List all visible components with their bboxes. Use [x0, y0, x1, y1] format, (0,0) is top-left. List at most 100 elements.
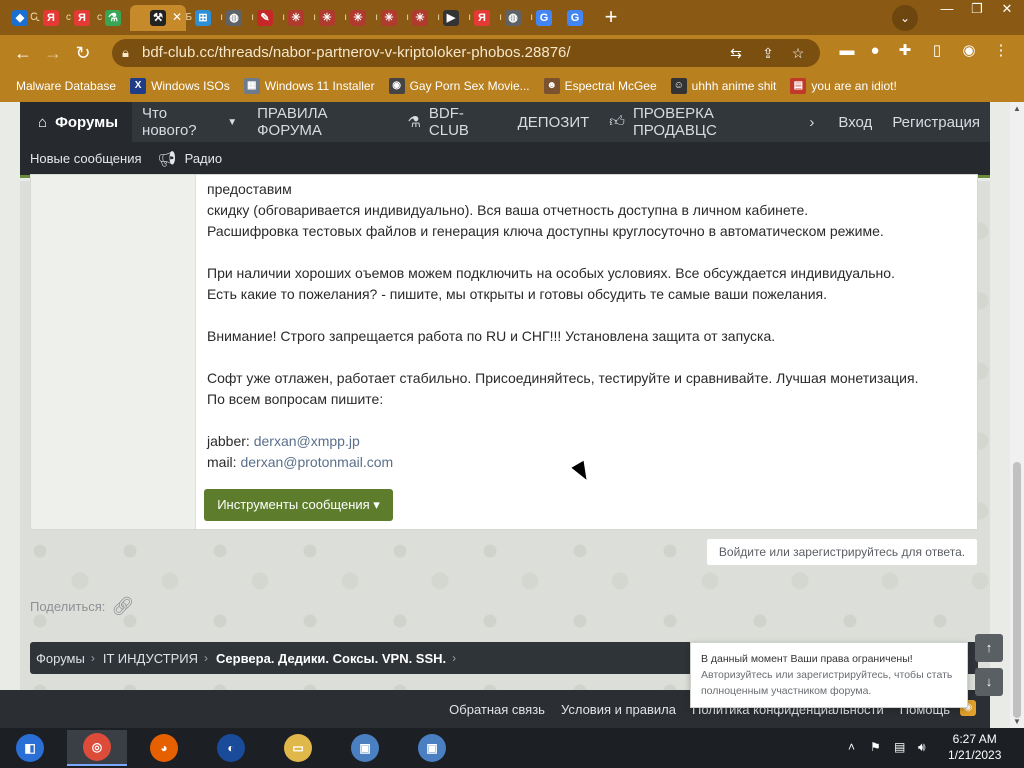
scroll-up-arrow-icon[interactable]: ▲: [1012, 104, 1022, 113]
subnav-radio-label[interactable]: Радио: [185, 151, 223, 166]
translate-icon[interactable]: ⇆: [726, 43, 746, 63]
taskbar-app[interactable]: ▣: [402, 730, 462, 766]
browser-tab[interactable]: Яı: [468, 5, 502, 31]
file-explorer-app-icon[interactable]: ▭: [284, 734, 312, 762]
profile-avatar-icon[interactable]: ◉: [958, 40, 980, 62]
address-bar[interactable]: 🔒︎ bdf-club.cc/threads/nabor-partnerov-v…: [112, 39, 820, 67]
tab-search-chevron-icon[interactable]: ⌄: [892, 5, 918, 31]
post-tools-button[interactable]: Инструменты сообщения ▾: [204, 489, 393, 521]
chrome-app-icon[interactable]: ◎: [83, 733, 111, 761]
taskbar-app[interactable]: ◕: [134, 730, 194, 766]
bookmark-label[interactable]: you are an idiot!: [811, 79, 896, 93]
tray-overflow-chevron-icon[interactable]: ˄: [848, 740, 855, 754]
clock-time[interactable]: 6:27 AM: [948, 731, 1001, 747]
bookmark-label[interactable]: uhhh anime shit: [692, 79, 777, 93]
taskbar-app[interactable]: ◎: [67, 730, 127, 766]
network-setup-app-icon[interactable]: ▣: [351, 734, 379, 762]
nav-rules-label[interactable]: ПРАВИЛА ФОРУМА: [257, 105, 387, 139]
windows-app-icon[interactable]: ◧: [16, 734, 44, 762]
bookmark-star-icon[interactable]: ☆: [788, 43, 808, 63]
arrow-up-icon[interactable]: ↑: [986, 640, 993, 655]
browser-tab[interactable]: ✳ ı: [406, 5, 440, 31]
login-to-reply-note[interactable]: Войдите или зарегистрируйтесь для ответа…: [706, 538, 978, 566]
browser-tab[interactable]: G: [530, 5, 558, 31]
footer-terms[interactable]: Условия и правила: [561, 702, 676, 717]
browser-tab[interactable]: Яс: [37, 5, 71, 31]
nav-rules[interactable]: ПРАВИЛА ФОРУМА: [247, 102, 397, 142]
browser-tab[interactable]: ✎ ı: [251, 5, 285, 31]
share-icon[interactable]: ⇪: [758, 43, 778, 63]
arrow-down-icon[interactable]: ↓: [986, 674, 993, 689]
back-icon[interactable]: ←: [8, 38, 38, 68]
browser-tab[interactable]: ◍ ı: [220, 5, 254, 31]
bookmark-item[interactable]: ☺ uhhh anime shit: [670, 78, 777, 94]
nav-login[interactable]: Вход: [828, 102, 882, 142]
bookmark-item[interactable]: ▦ Windows 11 Installer: [243, 78, 375, 94]
profile-extension-icon[interactable]: ●: [864, 40, 886, 62]
bookmark-item[interactable]: ◉ Gay Porn Sex Movie...: [388, 78, 530, 94]
nav-seller-check[interactable]: 👍︎ ПРОВЕРКА ПРОДАВЦС: [599, 102, 799, 142]
chevron-right-icon[interactable]: ›: [809, 114, 814, 131]
minimize-icon[interactable]: —: [932, 0, 962, 20]
nav-forums[interactable]: ⌂ Форумы: [20, 102, 133, 142]
nav-whats-new[interactable]: Что нового? ▼: [132, 102, 247, 142]
browser-tab[interactable]: ◆ Ꮹ: [6, 5, 40, 31]
browser-tab[interactable]: ✳ ı: [375, 5, 409, 31]
dropdown-caret-icon[interactable]: ▼: [227, 117, 237, 128]
mail-link[interactable]: derxan@protonmail.com: [240, 454, 393, 470]
bookmark-label[interactable]: Malware Database: [16, 79, 116, 93]
browser-tab[interactable]: ✳ ı: [313, 5, 347, 31]
browser-tab[interactable]: ◍ ı: [499, 5, 533, 31]
breadcrumb-servers[interactable]: Сервера. Дедики. Соксы. VPN. SSH.: [216, 651, 446, 666]
lock-icon[interactable]: 🔒︎: [122, 39, 129, 67]
bookmark-item[interactable]: ▤ you are an idiot!: [790, 78, 897, 94]
taskbar-app[interactable]: ▭: [268, 730, 328, 766]
url-text[interactable]: bdf-club.cc/threads/nabor-partnerov-v-kr…: [142, 44, 571, 61]
taskbar-clock[interactable]: 6:27 AM 1/21/2023: [948, 731, 1001, 763]
browser-tab[interactable]: ✳ ı: [282, 5, 316, 31]
browser-tab[interactable]: ⚒ Б ✕: [130, 4, 192, 31]
taskbar-app[interactable]: ◐: [201, 730, 261, 766]
subnav-radio[interactable]: 📢︎ Радио: [158, 150, 223, 168]
footer-feedback[interactable]: Обратная связь: [449, 702, 545, 717]
scroll-to-bottom-button[interactable]: ↓: [975, 668, 1003, 696]
browser-tab[interactable]: ▶ ı: [437, 5, 471, 31]
bookmark-label[interactable]: Windows ISOs: [151, 79, 230, 93]
breadcrumb-forums[interactable]: Форумы: [36, 651, 85, 666]
scroll-to-top-button[interactable]: ↑: [975, 634, 1003, 662]
new-tab-icon[interactable]: +: [598, 4, 624, 31]
bookmark-item[interactable]: Malware Database: [16, 79, 116, 93]
extensions-puzzle-icon[interactable]: ✚: [894, 40, 916, 62]
scroll-down-arrow-icon[interactable]: ▼: [1012, 717, 1022, 726]
nav-deposit[interactable]: ДЕПОЗИТ: [508, 102, 600, 142]
page-scrollbar[interactable]: ▲ ▼: [1010, 102, 1024, 728]
nav-bdf-club[interactable]: ⚗ BDF-CLUB: [397, 102, 507, 142]
chrome-menu-icon[interactable]: ⋮: [990, 40, 1012, 62]
action-center-flag-icon[interactable]: ⚑: [870, 740, 881, 754]
nav-scroll-right[interactable]: ›: [799, 102, 824, 142]
forward-icon[interactable]: →: [38, 38, 68, 68]
nav-seller-check-label[interactable]: ПРОВЕРКА ПРОДАВЦС: [633, 105, 789, 139]
browser-tab[interactable]: ⊞ ı: [189, 5, 223, 31]
taskbar-app[interactable]: ◧: [0, 730, 60, 766]
bookmark-label[interactable]: Espectral McGee: [565, 79, 657, 93]
bookmark-item[interactable]: X Windows ISOs: [130, 78, 230, 94]
volume-icon[interactable]: 🔊︎: [918, 740, 926, 755]
obama-logo-app-icon[interactable]: ◐: [217, 734, 245, 762]
nav-deposit-label[interactable]: ДЕПОЗИТ: [518, 114, 590, 131]
restore-icon[interactable]: ❐: [962, 0, 992, 20]
clock-date[interactable]: 1/21/2023: [948, 747, 1001, 763]
taskbar-app[interactable]: ▣: [335, 730, 395, 766]
nav-bdf-club-label[interactable]: BDF-CLUB: [429, 105, 498, 139]
extension-flag-icon[interactable]: ▬: [836, 40, 858, 62]
browser-tab[interactable]: ⚗ı: [99, 5, 133, 31]
browser-tab[interactable]: ✳ ı: [344, 5, 378, 31]
subnav-new-posts-label[interactable]: Новые сообщения: [30, 151, 142, 166]
network-icon[interactable]: ▤: [894, 740, 905, 754]
firefox-app-icon[interactable]: ◕: [150, 734, 178, 762]
side-panel-icon[interactable]: ▯: [926, 40, 948, 62]
reload-icon[interactable]: ↻: [68, 38, 98, 68]
close-window-icon[interactable]: ✕: [992, 0, 1022, 20]
bookmark-item[interactable]: ☻ Espectral McGee: [543, 78, 657, 94]
browser-tab[interactable]: G: [561, 5, 589, 31]
